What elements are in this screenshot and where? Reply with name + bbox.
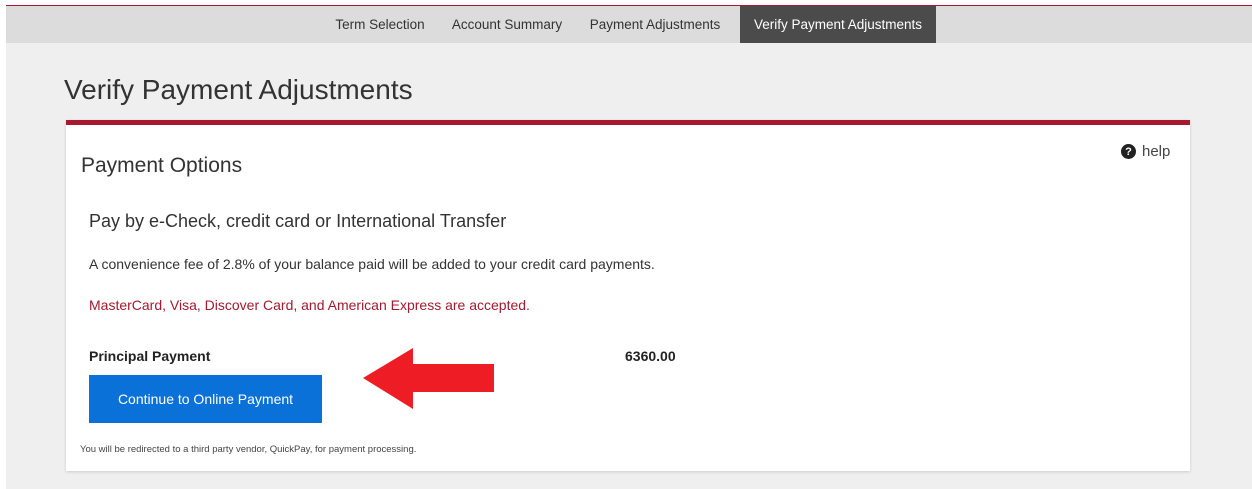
accepted-cards-note: MasterCard, Visa, Discover Card, and Ame… bbox=[89, 297, 530, 313]
convenience-fee-note: A convenience fee of 2.8% of your balanc… bbox=[89, 256, 655, 272]
redirect-note: You will be redirected to a third party … bbox=[80, 444, 417, 455]
continue-to-online-payment-button[interactable]: Continue to Online Payment bbox=[89, 375, 322, 423]
tab-payment-adjustments[interactable]: Payment Adjustments bbox=[580, 6, 730, 43]
app-frame: Term Selection Account Summary Payment A… bbox=[6, 5, 1252, 489]
principal-payment-amount: 6360.00 bbox=[625, 348, 676, 364]
payment-options-card: Payment Options ? help Pay by e-Check, c… bbox=[66, 120, 1190, 471]
tab-term-selection[interactable]: Term Selection bbox=[324, 6, 436, 43]
section-title: Payment Options bbox=[81, 154, 243, 177]
help-label: help bbox=[1142, 143, 1171, 160]
payment-methods-heading: Pay by e-Check, credit card or Internati… bbox=[89, 211, 507, 231]
help-link[interactable]: ? help bbox=[1121, 143, 1170, 160]
question-circle-icon: ? bbox=[1121, 144, 1136, 159]
tab-account-summary[interactable]: Account Summary bbox=[444, 6, 570, 43]
annotation-arrow-shape bbox=[363, 348, 494, 409]
top-navigation: Term Selection Account Summary Payment A… bbox=[6, 6, 1252, 43]
tab-verify-payment-adjustments[interactable]: Verify Payment Adjustments bbox=[740, 6, 936, 43]
page-title: Verify Payment Adjustments bbox=[64, 74, 413, 105]
arrow-left-icon bbox=[363, 348, 494, 409]
principal-payment-label: Principal Payment bbox=[89, 348, 211, 364]
